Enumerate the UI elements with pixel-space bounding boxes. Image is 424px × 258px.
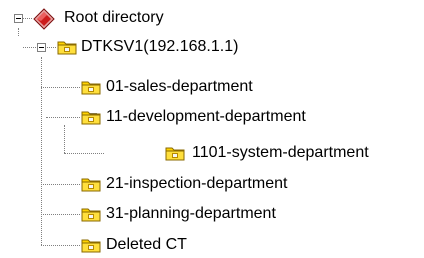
tree-line [41,214,80,215]
folder-icon[interactable] [57,39,77,55]
collapse-toggle-root[interactable] [14,14,23,23]
tree-line [64,125,65,153]
tree-node-inspection-label[interactable]: 21-inspection-department [105,174,288,194]
tree-line [23,18,32,19]
tree-node-development-label[interactable]: 11-development-department [105,107,307,127]
tree-node-server-label[interactable]: DTKSV1(192.168.1.1) [80,37,239,57]
tree-node-sales-label[interactable]: 01-sales-department [105,77,254,97]
tree-line [46,117,80,118]
tree-node-deleted-label[interactable]: Deleted CT [105,235,188,255]
tree-line [41,57,42,245]
folder-icon[interactable] [81,79,101,95]
folder-icon[interactable] [81,109,101,125]
tree-line [64,153,104,154]
tree-node-system-label[interactable]: 1101-system-department [191,143,370,163]
tree-line [18,28,19,36]
tree-line [41,184,80,185]
directory-tree[interactable]: Root directory DTKSV1(192.168.1.1) 01-sa… [0,0,424,258]
folder-icon[interactable] [81,237,101,253]
tree-line [41,245,80,246]
folder-icon[interactable] [81,176,101,192]
collapse-toggle-server[interactable] [37,43,46,52]
tree-node-root-label[interactable]: Root directory [63,8,165,28]
tree-line [41,87,80,88]
root-diamond-icon[interactable] [33,8,55,30]
tree-node-planning-label[interactable]: 31-planning-department [105,204,277,224]
folder-icon[interactable] [165,145,185,161]
folder-icon[interactable] [81,206,101,222]
